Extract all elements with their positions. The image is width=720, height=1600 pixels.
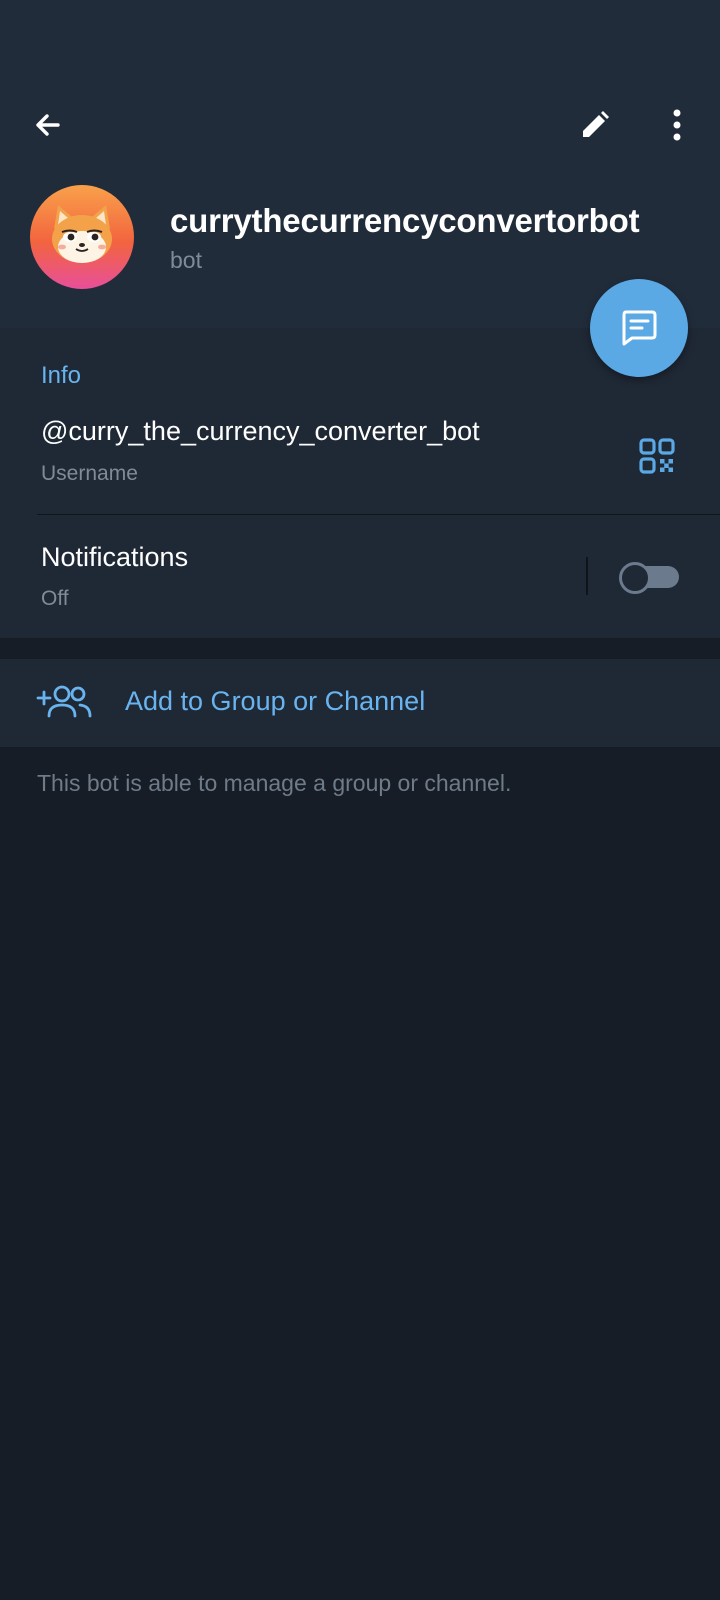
pencil-icon xyxy=(583,111,609,137)
message-fab-button[interactable] xyxy=(590,279,688,377)
notifications-toggle[interactable] xyxy=(619,562,679,594)
profile-name: currythecurrencyconvertorbot xyxy=(170,202,640,239)
profile-subtitle: bot xyxy=(170,247,202,273)
username-value[interactable]: @curry_the_currency_converter_bot xyxy=(41,416,480,447)
more-options-button[interactable] xyxy=(653,101,701,149)
more-vertical-icon xyxy=(673,109,681,141)
toggle-thumb xyxy=(619,562,651,594)
footer-note: This bot is able to manage a group or ch… xyxy=(37,770,512,796)
avatar[interactable] xyxy=(30,185,134,289)
notifications-label[interactable]: Notifications xyxy=(41,542,188,573)
username-label: Username xyxy=(41,462,138,485)
vertical-separator xyxy=(586,557,588,595)
info-section-title: Info xyxy=(41,362,82,389)
add-to-group-label[interactable]: Add to Group or Channel xyxy=(125,686,425,717)
qr-code-icon xyxy=(639,438,675,474)
add-user-group-icon xyxy=(36,682,92,722)
back-button[interactable] xyxy=(24,101,72,149)
shiba-dog-avatar-icon xyxy=(52,205,112,263)
message-icon xyxy=(622,310,657,346)
notifications-value: Off xyxy=(41,587,69,610)
arrow-left-icon xyxy=(36,114,60,136)
qr-code-button[interactable] xyxy=(633,432,681,480)
edit-button[interactable] xyxy=(571,101,619,149)
divider xyxy=(37,514,720,515)
